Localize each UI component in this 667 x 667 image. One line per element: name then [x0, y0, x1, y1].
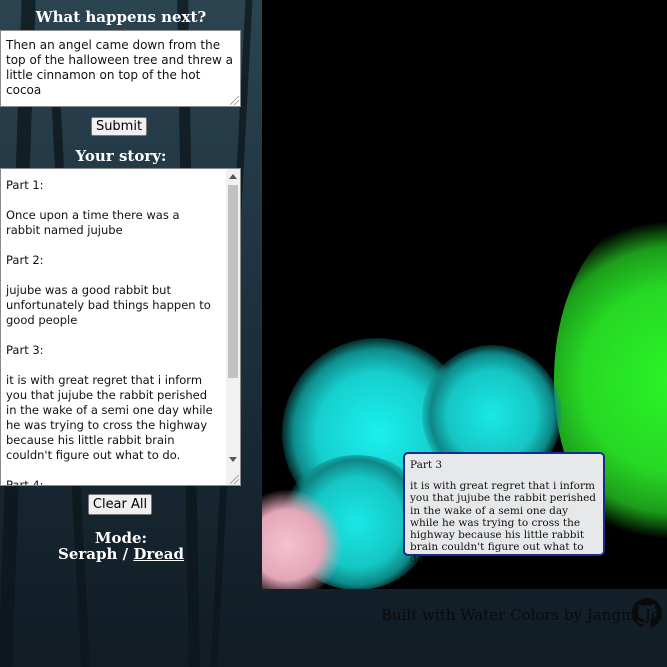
mode-seraph[interactable]: Seraph	[58, 545, 117, 563]
next-part-text: Then an angel came down from the top of …	[6, 38, 234, 97]
story-heading: Your story:	[75, 147, 167, 165]
scroll-up-arrow-icon[interactable]	[229, 174, 237, 179]
story-line: Once upon a time there was a rabbit name…	[6, 208, 180, 237]
mode-separator: /	[117, 545, 134, 563]
story-textarea[interactable]: Part 1: Once upon a time there was a rab…	[0, 168, 241, 486]
prompt-heading: What happens next?	[35, 8, 207, 26]
story-line: Part 3:	[6, 343, 44, 357]
story-panel: What happens next? Then an angel came do…	[0, 0, 242, 667]
resize-handle[interactable]	[230, 475, 239, 484]
resize-handle[interactable]	[230, 96, 239, 105]
story-content: Part 1: Once upon a time there was a rab…	[6, 178, 216, 486]
scroll-down-arrow-icon[interactable]	[229, 457, 237, 462]
story-scrollbar[interactable]	[226, 169, 240, 485]
footer-credit[interactable]: Built with Water Colors by Jangmi Jo	[381, 606, 660, 624]
story-line: jujube was a good rabbit but unfortunate…	[6, 283, 211, 327]
story-line: Part 1:	[6, 178, 44, 192]
story-part-tooltip: Part 3 it is with great regret that i in…	[403, 452, 605, 565]
tooltip-title: Part 3	[410, 459, 443, 471]
tooltip-text: it is with great regret that i inform yo…	[410, 480, 597, 566]
story-line: Part 2:	[6, 253, 44, 267]
story-line: it is with great regret that i inform yo…	[6, 373, 213, 462]
mode-dread-link[interactable]: Dread	[133, 545, 184, 563]
submit-button[interactable]: Submit	[91, 117, 147, 136]
mode-options: Seraph / Dread	[0, 545, 242, 563]
clear-all-button[interactable]: Clear All	[88, 494, 152, 515]
next-part-input[interactable]: Then an angel came down from the top of …	[0, 30, 241, 107]
story-line: Part 4:	[6, 478, 44, 486]
github-icon[interactable]	[632, 598, 662, 628]
scroll-thumb[interactable]	[228, 185, 238, 378]
